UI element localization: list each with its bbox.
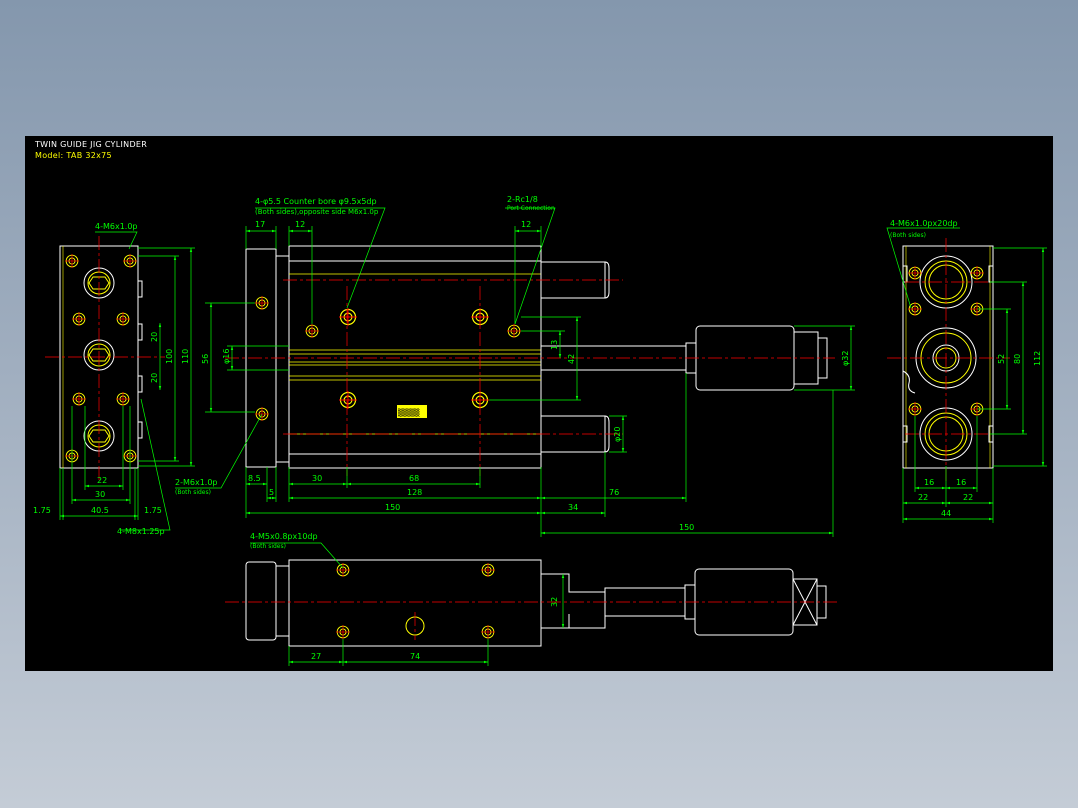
dim-128: 128 [407, 488, 422, 497]
dim-phi20: φ20 [613, 427, 622, 442]
dim-34: 34 [568, 503, 578, 512]
dim-112: 112 [1033, 351, 1042, 366]
label-counterbore-2: (Both sides),opposite side M6x1.0p [255, 208, 379, 216]
dim-100: 100 [165, 349, 174, 364]
dim-40-5: 40.5 [91, 506, 109, 515]
dim-8-5: 8.5 [248, 474, 261, 483]
dim-12-a: 12 [295, 220, 305, 229]
label-side-thread-2: (Both sides) [175, 489, 211, 496]
dim-1-75-left: 1.75 [33, 506, 51, 515]
front-view-holes [255, 296, 521, 421]
right-dimensions [886, 227, 1047, 523]
label-counterbore-1: 4-φ5.5 Counter bore φ9.5x5dp [255, 197, 377, 206]
dim-27: 27 [311, 652, 321, 661]
dim-5: 5 [269, 488, 274, 497]
dim-16-b: 16 [956, 478, 966, 487]
label-bottom-thread-1: 4-M5x0.8px10dp [250, 532, 318, 541]
dim-22-a: 22 [918, 493, 928, 502]
left-small-holes [65, 254, 137, 463]
dim-68: 68 [409, 474, 419, 483]
front-dimensions [175, 207, 855, 537]
bottom-dimension-text: 4-M5x0.8px10dp (Both sides) 32 27 74 [250, 532, 559, 661]
dim-52: 52 [997, 354, 1006, 364]
bottom-view-body [245, 559, 827, 647]
bottom-centerlines [225, 601, 837, 640]
dim-42: 42 [567, 354, 576, 364]
label-port-1: 2-Rc1/8 [507, 195, 538, 204]
dim-150-b: 150 [679, 523, 694, 532]
dim-phi16: φ16 [222, 349, 231, 364]
nameplate-text: ▒▒▒▒ [398, 408, 420, 417]
dim-1-75-right: 1.75 [144, 506, 162, 515]
front-centerlines [225, 279, 835, 476]
cad-drawing-area[interactable]: TWIN GUIDE JIG CYLINDER Model: TAB 32x75 [25, 136, 1053, 671]
label-side-thread-1: 2-M6x1.0p [175, 478, 218, 487]
right-dimension-text: 4-M6x1.0px20dp (Both sides) 52 80 112 16… [890, 219, 1042, 518]
dim-17: 17 [255, 220, 265, 229]
front-view-body [245, 245, 828, 469]
label-bottom-thread-2: (Both sides) [250, 543, 286, 550]
label-right-thread-1: 4-M6x1.0px20dp [890, 219, 958, 228]
dim-56: 56 [201, 354, 210, 364]
dim-16-a: 16 [924, 478, 934, 487]
dim-110: 110 [181, 349, 190, 364]
dim-150-a: 150 [385, 503, 400, 512]
dim-30-mid: 30 [312, 474, 322, 483]
dim-32-bottom: 32 [550, 597, 559, 607]
dim-76: 76 [609, 488, 619, 497]
dim-74: 74 [410, 652, 420, 661]
bottom-dimensions [250, 542, 565, 666]
label-port-2: Port Connection [507, 205, 555, 212]
label-right-thread-2: (Both sides) [890, 232, 926, 239]
dim-44: 44 [941, 509, 951, 518]
dim-20-a: 20 [150, 332, 159, 342]
dim-12-b: 12 [521, 220, 531, 229]
technical-drawing: 4-M6x1.0p 4-M8x1.25p 20 20 100 110 22 30… [33, 195, 1047, 666]
dim-80: 80 [1013, 354, 1022, 364]
dim-22-b: 22 [963, 493, 973, 502]
dim-phi32: φ32 [841, 351, 850, 366]
label-left-bottom-thread: 4-M8x1.25p [117, 527, 165, 536]
right-end-view [902, 245, 994, 469]
dim-22-left: 22 [97, 476, 107, 485]
nameplate: ▒▒▒▒ [397, 405, 427, 418]
dim-30-left: 30 [95, 490, 105, 499]
dim-20-b: 20 [150, 373, 159, 383]
bottom-view-holes [336, 563, 495, 639]
dim-13: 13 [550, 340, 559, 350]
label-left-top-thread: 4-M6x1.0p [95, 222, 138, 231]
right-centerlines [887, 238, 1010, 481]
left-dimension-text: 4-M6x1.0p 4-M8x1.25p 20 20 100 110 22 30… [33, 222, 190, 536]
